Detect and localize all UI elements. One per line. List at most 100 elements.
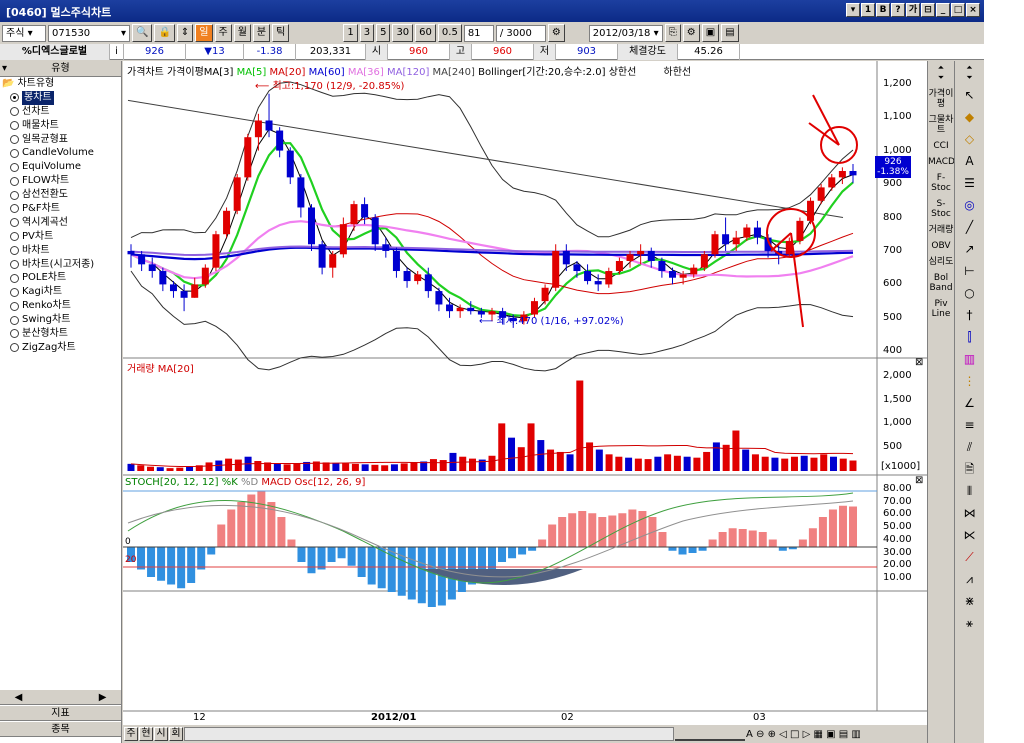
lock-button[interactable]: 🔒 [154, 24, 175, 42]
chart-type-item[interactable]: 바차트 [0, 244, 121, 258]
magic-icon[interactable]: ⚹ [959, 613, 981, 633]
tab-current[interactable]: 현 [139, 727, 153, 741]
market-select[interactable]: 주식 ▾ [2, 24, 46, 42]
indicator-item[interactable]: MACD [928, 157, 955, 167]
period-week[interactable]: 주 [214, 24, 232, 42]
help-button[interactable]: ? [891, 3, 905, 17]
indicator-close-icon[interactable]: ⊠ [915, 475, 923, 486]
radio-icon[interactable] [10, 260, 19, 270]
circle-tool-icon[interactable]: ◎ [959, 195, 981, 215]
tab-indicators[interactable]: 지표 [0, 705, 121, 721]
tools-scroll-down[interactable]: ⏷ [955, 73, 984, 83]
indicator-scroll-up[interactable]: ⏶ [928, 63, 954, 73]
search-button[interactable]: 🔍 [132, 24, 153, 42]
zoom-tools[interactable]: A ⊖ ⊕ ◁ □ ▷ ▦ ▣ ▤ ▥ [746, 729, 861, 740]
tab-stocks[interactable]: 종목 [0, 721, 121, 737]
setting-button[interactable]: ⚙ [682, 24, 700, 42]
minute-0-5[interactable]: 0.5 [437, 24, 462, 42]
andrew-icon[interactable]: ≡ [959, 415, 981, 435]
period-tick[interactable]: 틱 [272, 24, 290, 42]
indicator-item[interactable]: F-Stoc [928, 173, 954, 193]
cross-icon[interactable]: † [959, 305, 981, 325]
trendline-icon[interactable]: ╱ [959, 217, 981, 237]
spin-button[interactable]: ⇕ [176, 24, 194, 42]
indicator-item[interactable]: 거래량 [928, 225, 954, 235]
chart-type-item[interactable]: P&F차트 [0, 202, 121, 216]
hline-icon[interactable]: ☰ [959, 173, 981, 193]
radio-icon[interactable] [10, 190, 19, 200]
font-button[interactable]: 가 [906, 3, 920, 17]
chart-svg[interactable] [123, 61, 927, 743]
code-input[interactable]: 071530 ▾ [48, 24, 130, 42]
period-month[interactable]: 월 [233, 24, 251, 42]
indicator-item[interactable]: 가격이평 [928, 89, 954, 109]
radio-icon[interactable] [10, 246, 19, 256]
minute-1[interactable]: 1 [343, 24, 358, 42]
radio-icon[interactable] [10, 343, 19, 353]
ray-icon[interactable]: ↗ [959, 239, 981, 259]
indicator-item[interactable]: S-Stoc [928, 199, 954, 219]
speed-icon[interactable]: ⋈ [959, 503, 981, 523]
cursor-icon[interactable]: ↖ [959, 85, 981, 105]
print-button[interactable]: ▤ [721, 24, 739, 42]
indicator-item[interactable]: Bol Band [928, 273, 954, 293]
count-input[interactable]: 81 [463, 24, 494, 42]
tab-circle[interactable]: 회 [169, 727, 183, 741]
eraser-icon[interactable]: ◆ [959, 107, 981, 127]
chart-type-item[interactable]: 분산형차트 [0, 327, 121, 341]
date-input[interactable]: 2012/03/18 ▾ [588, 24, 663, 42]
radio-icon[interactable] [10, 135, 19, 144]
parallel-icon[interactable]: ⫽ [959, 437, 981, 457]
text-icon[interactable]: A [959, 151, 981, 171]
wave-icon[interactable]: ⋉ [959, 525, 981, 545]
volume-close-icon[interactable]: ⊠ [915, 357, 923, 368]
chart-type-item[interactable]: 바차트(시고저종) [0, 258, 121, 272]
radio-icon[interactable] [10, 93, 19, 103]
radio-icon[interactable] [10, 176, 19, 186]
tools-scroll-up[interactable]: ⏶ [955, 63, 984, 73]
config-button[interactable]: ⚙ [547, 24, 565, 42]
chart-type-item[interactable]: 삼선전환도 [0, 188, 121, 202]
split-button[interactable]: ⊟ [921, 3, 935, 17]
bookmark-button[interactable]: B [876, 3, 890, 17]
indicator-item[interactable]: Piv Line [928, 299, 954, 319]
radio-icon[interactable] [10, 162, 19, 172]
chart-type-item[interactable]: Swing차트 [0, 313, 121, 327]
maximize-button[interactable]: □ [951, 3, 965, 17]
channel-icon[interactable]: ⋮ [959, 371, 981, 391]
radio-icon[interactable] [10, 121, 19, 131]
tab-time[interactable]: 시 [154, 727, 168, 741]
chart-type-item[interactable]: Kagi차트 [0, 285, 121, 299]
info-button[interactable]: i [110, 44, 124, 60]
radio-icon[interactable] [10, 329, 19, 339]
chart-type-item[interactable]: FLOW차트 [0, 174, 121, 188]
radio-icon[interactable] [10, 204, 19, 214]
close-button[interactable]: × [966, 3, 980, 17]
minute-60[interactable]: 60 [415, 24, 436, 42]
radio-icon[interactable] [10, 218, 19, 228]
chart-type-item[interactable]: Renko차트 [0, 299, 121, 313]
indicator-item[interactable]: 그물차트 [928, 115, 954, 135]
radio-icon[interactable] [10, 107, 19, 117]
period-day[interactable]: 일 [195, 24, 213, 42]
indicator-item[interactable]: CCI [928, 141, 954, 151]
gann-icon[interactable]: ∠ [959, 393, 981, 413]
chart-area[interactable]: 가격차트 가격이평MA[3] MA[5] MA[20] MA[60] MA[36… [123, 61, 927, 743]
chart-type-item[interactable]: EquiVolume [0, 160, 121, 174]
chart-type-item[interactable]: 역시계곡선 [0, 216, 121, 230]
link-button[interactable]: 1 [861, 3, 875, 17]
radio-icon[interactable] [10, 301, 19, 311]
pattern-icon[interactable]: ⋇ [959, 591, 981, 611]
chart-type-item[interactable]: 봉차트 [0, 90, 121, 105]
chart-type-item[interactable]: POLE차트 [0, 271, 121, 285]
collapse-icon[interactable]: ▾ [2, 61, 7, 76]
period-minute[interactable]: 분 [252, 24, 271, 42]
indicator-scroll-down[interactable]: ⏷ [928, 73, 954, 83]
chart-type-item[interactable]: CandleVolume [0, 146, 121, 160]
cycle-icon[interactable]: ⦀ [959, 481, 981, 501]
ellipse-icon[interactable]: ○ [959, 283, 981, 303]
zoom-slider[interactable] [675, 727, 745, 741]
radio-icon[interactable] [10, 287, 19, 297]
chart-type-item[interactable]: 일목균형표 [0, 133, 121, 147]
save-button[interactable]: ▣ [701, 24, 720, 42]
